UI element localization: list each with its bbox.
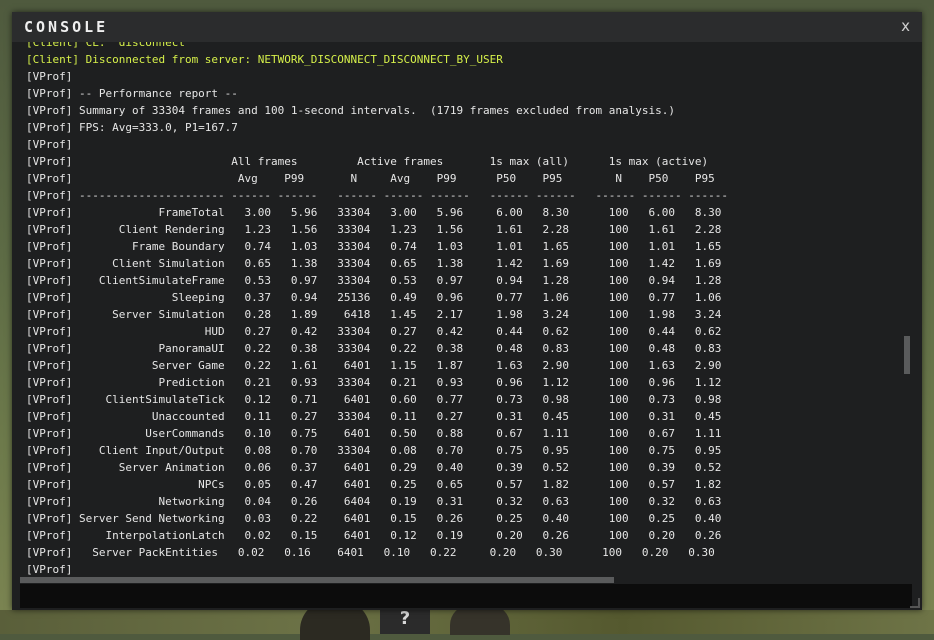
help-button[interactable]: ? <box>380 606 430 634</box>
log-line: [VProf] InterpolationLatch 0.02 0.15 640… <box>26 529 722 542</box>
log-line: [VProf] UserCommands 0.10 0.75 6401 0.50… <box>26 427 722 440</box>
log-line: [VProf] Server Send Networking 0.03 0.22… <box>26 512 722 525</box>
log-line: [VProf] PanoramaUI 0.22 0.38 33304 0.22 … <box>26 342 722 355</box>
log-line: [VProf] <box>26 70 73 83</box>
log-line: [VProf] Networking 0.04 0.26 6404 0.19 0… <box>26 495 722 508</box>
log-line: [Client] Disconnected from server: NETWO… <box>26 53 503 66</box>
vertical-scrollbar[interactable] <box>902 42 912 596</box>
log-line: [VProf] ClientSimulateFrame 0.53 0.97 33… <box>26 274 722 287</box>
log-lines: [Client] CL: disconnect [Client] Disconne… <box>26 42 728 576</box>
vertical-scrollbar-thumb[interactable] <box>904 336 910 374</box>
log-line: [VProf] Client Input/Output 0.08 0.70 33… <box>26 444 722 457</box>
console-command-input[interactable] <box>20 584 912 608</box>
log-line: [VProf] Client Rendering 1.23 1.56 33304… <box>26 223 722 236</box>
log-line: [VProf] Client Simulation 0.65 1.38 3330… <box>26 257 722 270</box>
close-icon[interactable]: x <box>901 17 910 35</box>
log-line: [VProf] NPCs 0.05 0.47 6401 0.25 0.65 0.… <box>26 478 722 491</box>
log-line: [VProf] Sleeping 0.37 0.94 25136 0.49 0.… <box>26 291 722 304</box>
log-line: [VProf] ClientSimulateTick 0.12 0.71 640… <box>26 393 722 406</box>
log-line: [VProf] HUD 0.27 0.42 33304 0.27 0.42 0.… <box>26 325 722 338</box>
console-window: CONSOLE x [Client] CL: disconnect [Client… <box>12 12 922 610</box>
log-line: [VProf] Server Simulation 0.28 1.89 6418… <box>26 308 722 321</box>
log-line: [Client] CL: disconnect <box>26 42 185 49</box>
log-line: [VProf] -- Performance report -- <box>26 87 238 100</box>
log-line: [VProf] FPS: Avg=333.0, P1=167.7 <box>26 121 238 134</box>
console-log[interactable]: [Client] CL: disconnect [Client] Disconne… <box>20 42 900 576</box>
log-line: [VProf] Unaccounted 0.11 0.27 33304 0.11… <box>26 410 722 423</box>
log-line: [VProf] All frames Active frames 1s max … <box>26 155 709 168</box>
log-line: [VProf] Server Animation 0.06 0.37 6401 … <box>26 461 722 474</box>
log-line: [VProf] <box>26 138 73 151</box>
log-line: [VProf] Frame Boundary 0.74 1.03 33304 0… <box>26 240 722 253</box>
log-line: [VProf] FrameTotal 3.00 5.96 33304 3.00 … <box>26 206 722 219</box>
horizontal-scrollbar[interactable] <box>20 576 900 584</box>
console-title: CONSOLE <box>24 18 109 36</box>
log-line: [VProf] Avg P99 N Avg P99 P50 P95 N P50 … <box>26 172 715 185</box>
log-line: [VProf] ---------------------- ------ --… <box>26 189 728 202</box>
log-line: [VProf] Prediction 0.21 0.93 33304 0.21 … <box>26 376 722 389</box>
log-line: [VProf] Summary of 33304 frames and 100 … <box>26 104 676 117</box>
resize-handle[interactable] <box>910 598 920 608</box>
log-line: [VProf] Server PackEntities 0.02 0.16 64… <box>26 546 715 559</box>
horizontal-scrollbar-thumb[interactable] <box>20 577 614 583</box>
log-line: [VProf] <box>26 563 73 576</box>
log-line: [VProf] Server Game 0.22 1.61 6401 1.15 … <box>26 359 722 372</box>
console-titlebar[interactable]: CONSOLE x <box>12 12 922 42</box>
